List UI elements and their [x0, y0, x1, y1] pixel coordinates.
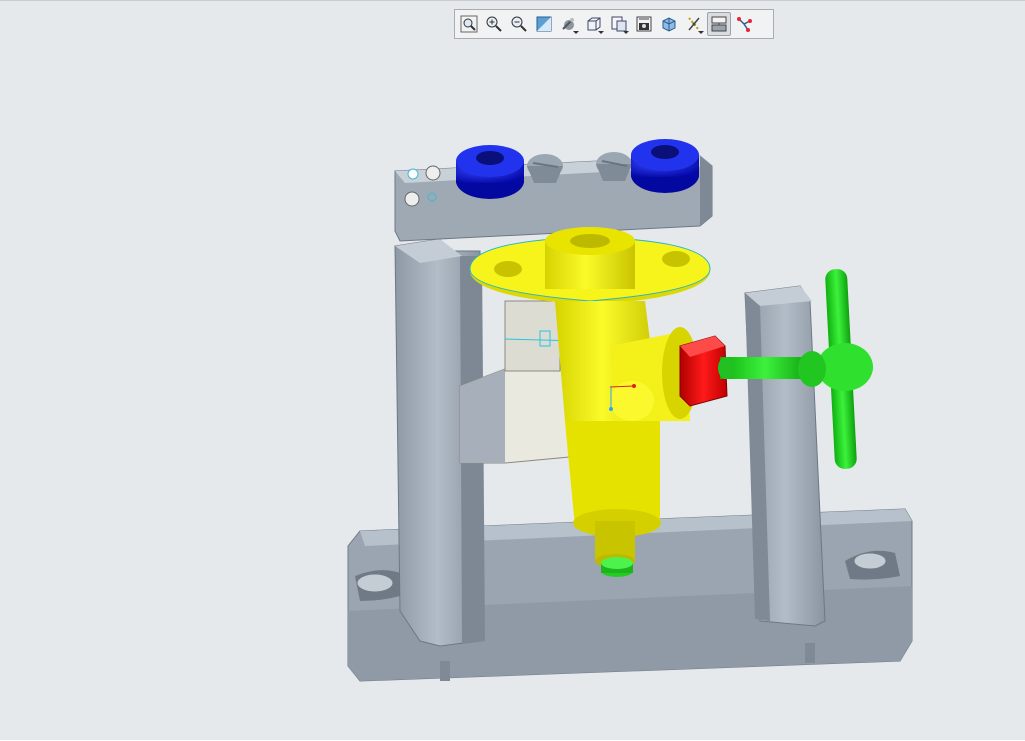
- saved-views-button[interactable]: [582, 12, 606, 36]
- dropdown-caret-icon: [573, 31, 579, 34]
- right-upright: [744, 285, 826, 627]
- datum-display-button[interactable]: [682, 12, 706, 36]
- repaint-button[interactable]: [532, 12, 556, 36]
- fixture-assembly-model[interactable]: [0, 1, 1025, 741]
- display-style-button[interactable]: [557, 12, 581, 36]
- perspective-button[interactable]: [632, 12, 656, 36]
- dropdown-caret-icon: [623, 31, 629, 34]
- zoom-in-button[interactable]: [482, 12, 506, 36]
- section-button[interactable]: [657, 12, 681, 36]
- zoom-out-icon: [511, 16, 527, 32]
- annotation-display-button[interactable]: [707, 12, 731, 36]
- dropdown-caret-icon: [698, 31, 704, 34]
- graphics-window[interactable]: [0, 0, 1025, 740]
- section-icon: [662, 17, 676, 32]
- annotation-display-icon: [711, 16, 727, 32]
- dropdown-caret-icon: [598, 31, 604, 34]
- repaint-icon: [536, 16, 552, 32]
- view-manager-button[interactable]: [607, 12, 631, 36]
- spin-center-icon: [737, 17, 752, 32]
- refit-icon: [460, 15, 478, 33]
- bottom-locating-pin: [601, 557, 633, 577]
- zoom-in-icon: [486, 16, 502, 32]
- spin-center-button[interactable]: [732, 12, 756, 36]
- perspective-icon: [636, 16, 652, 32]
- graphics-toolbar: [454, 9, 774, 39]
- zoom-out-button[interactable]: [507, 12, 531, 36]
- refit-button[interactable]: [457, 12, 481, 36]
